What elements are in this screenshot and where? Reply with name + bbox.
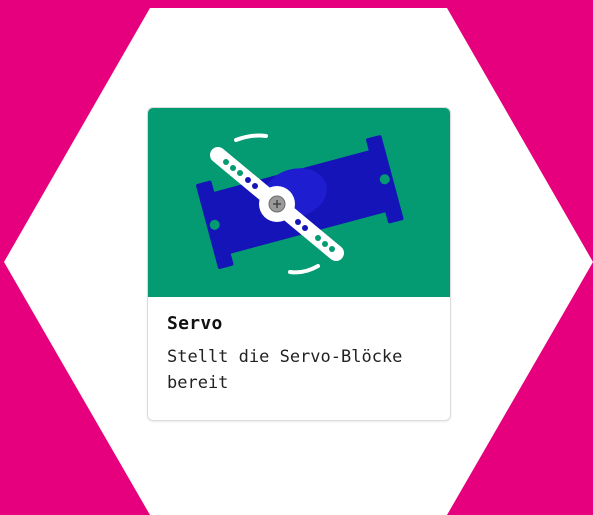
page: Servo Stellt die Servo-Blöcke bereit	[0, 0, 593, 515]
extension-card-servo[interactable]: Servo Stellt die Servo-Blöcke bereit	[147, 107, 451, 421]
servo-motor-icon	[196, 133, 404, 275]
card-title: Servo	[167, 313, 223, 334]
card-image	[148, 108, 450, 297]
card-description: Stellt die Servo-Blöcke bereit	[167, 347, 403, 393]
